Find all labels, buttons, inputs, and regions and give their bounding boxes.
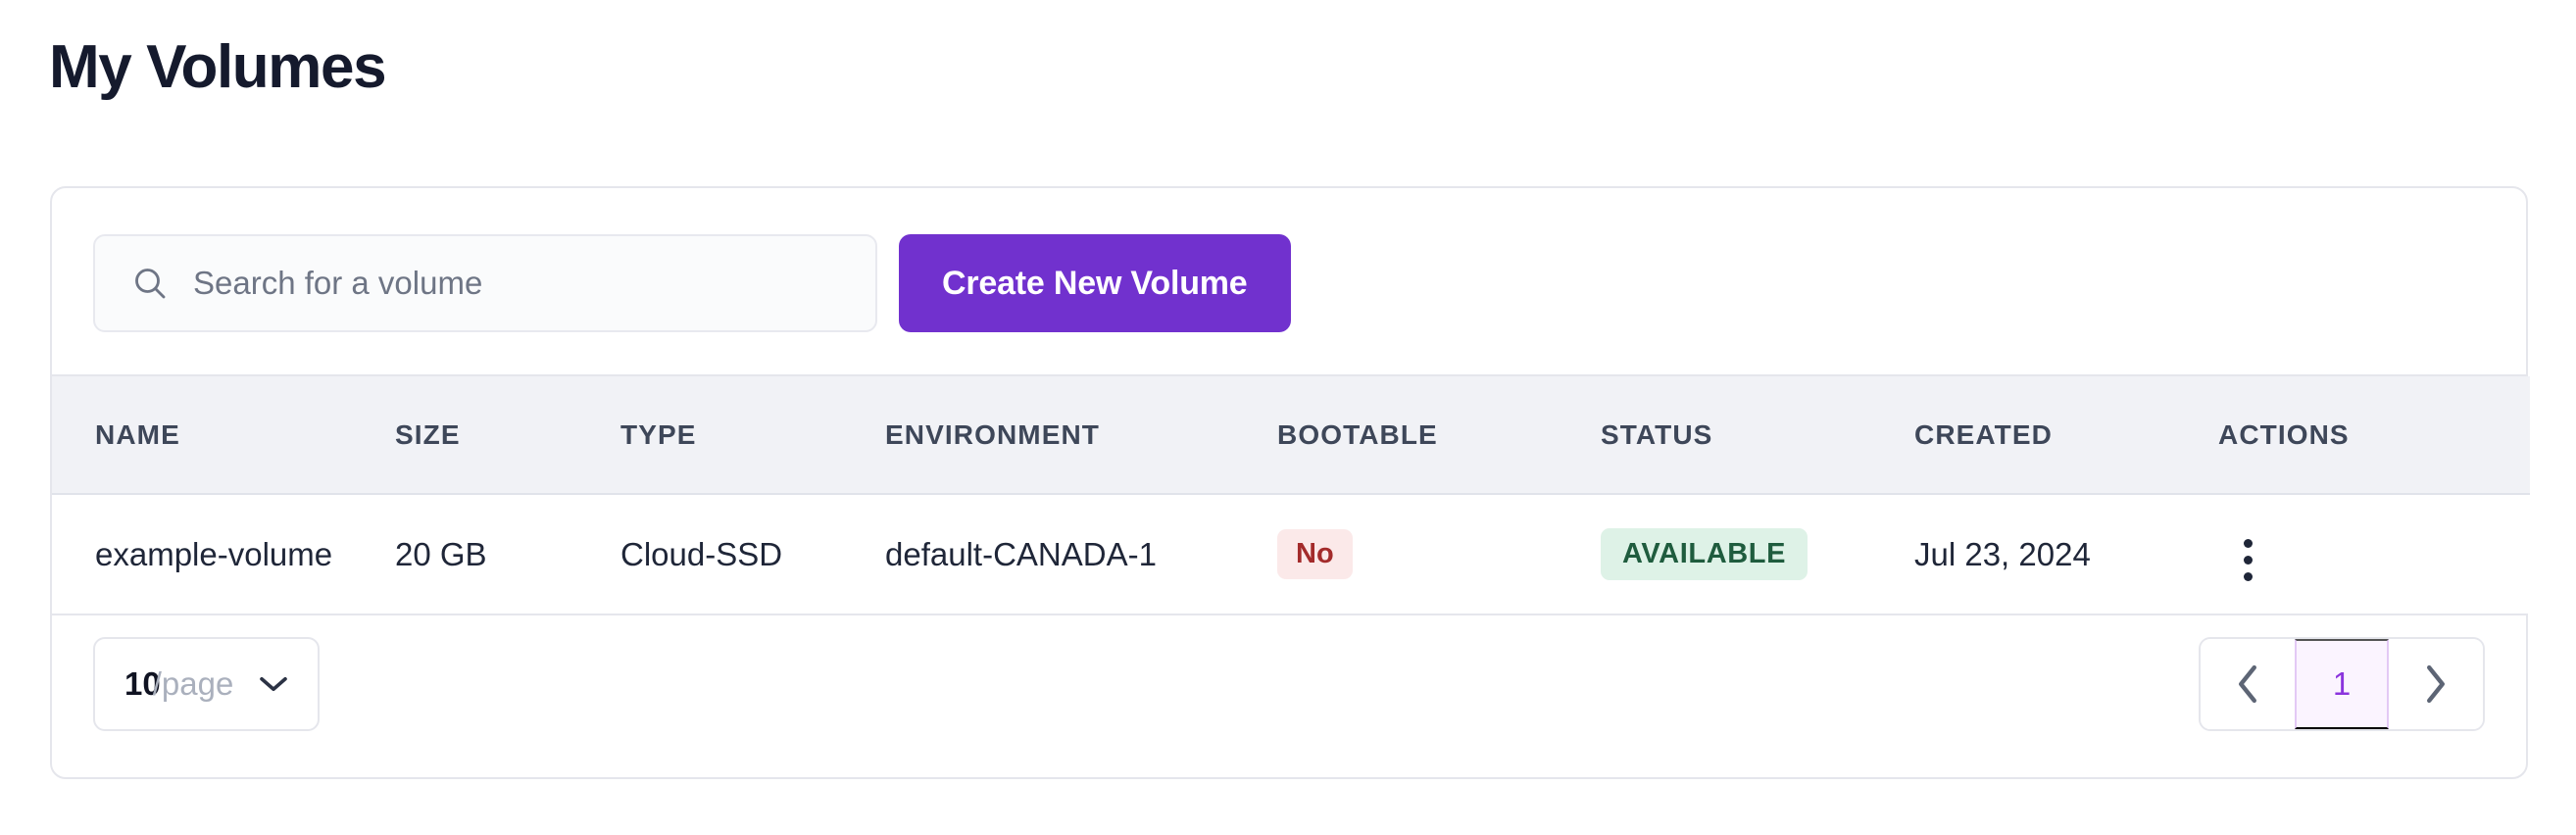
search-icon	[135, 269, 166, 299]
volumes-table: NAME SIZE TYPE ENVIRONMENT BOOTABLE STAT…	[52, 376, 2530, 614]
chevron-left-icon	[2239, 664, 2256, 704]
page-size-label: /page	[152, 665, 234, 702]
table-header-row: NAME SIZE TYPE ENVIRONMENT BOOTABLE STAT…	[52, 376, 2530, 495]
column-header-size: SIZE	[395, 376, 620, 495]
kebab-dot	[2243, 556, 2253, 565]
column-header-environment: ENVIRONMENT	[885, 376, 1277, 495]
search-box[interactable]	[93, 234, 877, 332]
column-header-actions: ACTIONS	[2218, 376, 2530, 495]
table-footer: 10 /page 1	[52, 591, 2526, 777]
page-size-selector[interactable]: 10 /page	[93, 637, 321, 731]
column-header-type: TYPE	[620, 376, 885, 495]
pagination-prev-button[interactable]	[2201, 639, 2295, 729]
column-header-name: NAME	[52, 376, 395, 495]
chevron-right-icon	[2427, 664, 2445, 704]
pagination-next-button[interactable]	[2389, 639, 2483, 729]
create-new-volume-button[interactable]: Create New Volume	[899, 234, 1291, 332]
volumes-page: My Volumes Create New Volume NAME SIZE	[0, 0, 2576, 835]
pagination-controls: 1	[2199, 637, 2485, 731]
kebab-dot	[2243, 572, 2253, 582]
column-header-bootable: BOOTABLE	[1277, 376, 1601, 495]
bootable-badge: No	[1277, 529, 1353, 579]
column-header-created: CREATED	[1914, 376, 2218, 495]
pagination-page-1-button[interactable]: 1	[2295, 639, 2389, 729]
table-toolbar: Create New Volume	[93, 234, 1291, 332]
status-badge: AVAILABLE	[1601, 528, 1808, 580]
volumes-card: Create New Volume NAME SIZE TYPE ENVIRON…	[50, 186, 2530, 779]
search-input[interactable]	[193, 236, 875, 330]
kebab-dot	[2243, 539, 2253, 549]
table-head: NAME SIZE TYPE ENVIRONMENT BOOTABLE STAT…	[52, 376, 2530, 495]
chevron-down-icon	[260, 676, 288, 692]
kebab-menu-icon[interactable]	[2218, 531, 2277, 590]
column-header-status: STATUS	[1601, 376, 1914, 495]
volumes-table-wrap: NAME SIZE TYPE ENVIRONMENT BOOTABLE STAT…	[52, 374, 2530, 615]
page-title: My Volumes	[49, 33, 387, 101]
